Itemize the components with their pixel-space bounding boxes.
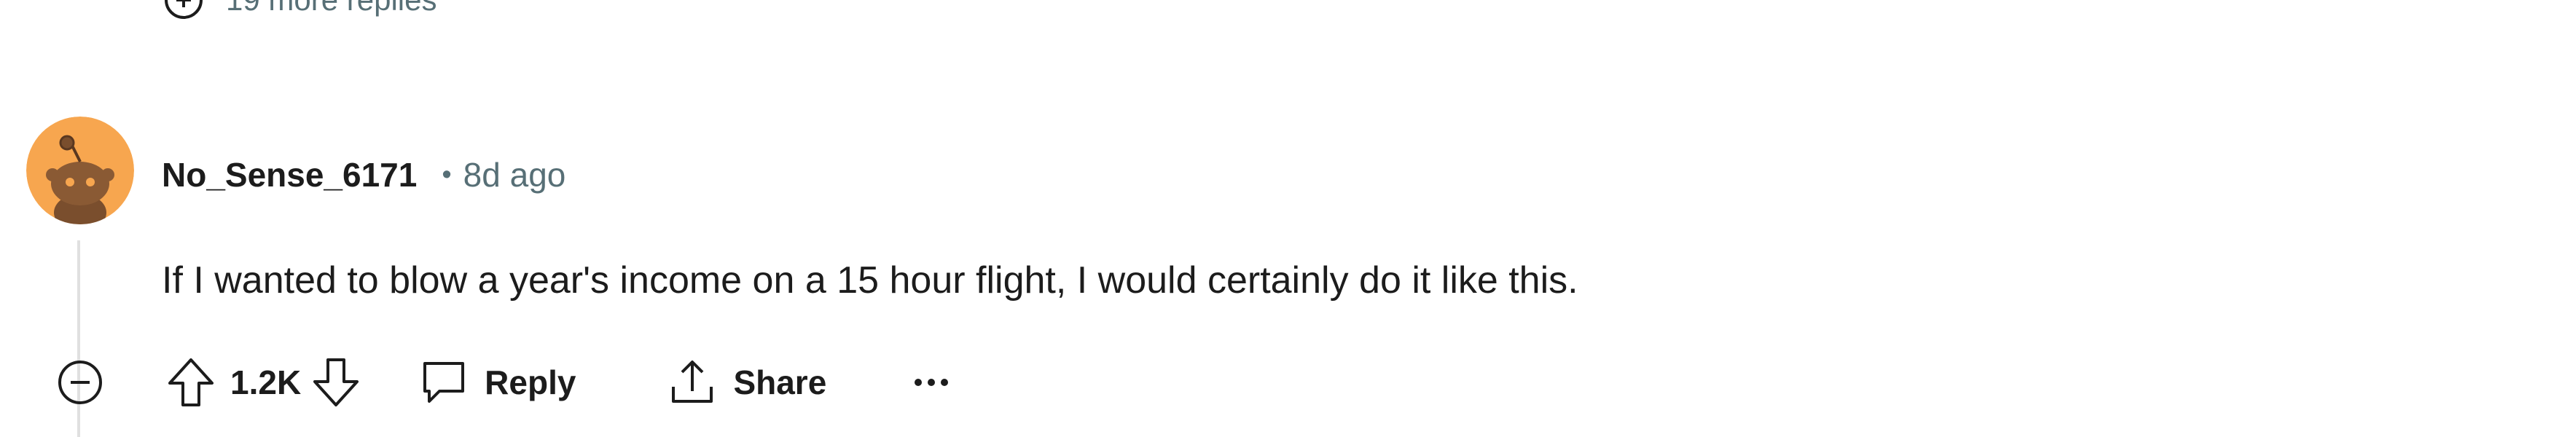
reply-button[interactable]: Reply: [409, 350, 584, 415]
share-upload-icon: [666, 356, 719, 409]
meta-separator: •: [442, 159, 452, 190]
reply-label: Reply: [485, 363, 576, 401]
vote-group: 1.2K: [162, 353, 365, 412]
timestamp[interactable]: 8d ago: [463, 155, 566, 194]
comment-action-bar: 1.2K Reply Share: [51, 346, 962, 419]
comment-header: No_Sense_6171 • 8d ago: [162, 146, 565, 204]
comment-body: If I wanted to blow a year's income on a…: [162, 259, 1578, 302]
downvote-button[interactable]: [307, 353, 365, 412]
ellipsis-icon: [909, 375, 953, 390]
upvote-button[interactable]: [162, 353, 220, 412]
collapse-button[interactable]: [51, 353, 109, 412]
more-replies-label: 19 more replies: [226, 0, 436, 17]
more-replies-link[interactable]: 19 more replies: [162, 0, 436, 22]
minus-circle-icon: [55, 357, 106, 408]
downvote-arrow-icon: [310, 355, 361, 409]
more-options-button[interactable]: [901, 350, 962, 415]
share-label: Share: [733, 363, 827, 401]
chat-bubble-icon: [418, 356, 470, 409]
comment-thread: 19 more replies No_Sense_6171 • 8d ago: [0, 0, 2576, 437]
share-button[interactable]: Share: [657, 350, 835, 415]
vote-score: 1.2K: [230, 363, 302, 401]
plus-circle-icon: [162, 0, 205, 22]
avatar[interactable]: [26, 117, 134, 224]
comment-meta: • 8d ago: [442, 155, 565, 194]
username-link[interactable]: No_Sense_6171: [162, 155, 417, 194]
upvote-arrow-icon: [165, 355, 216, 409]
